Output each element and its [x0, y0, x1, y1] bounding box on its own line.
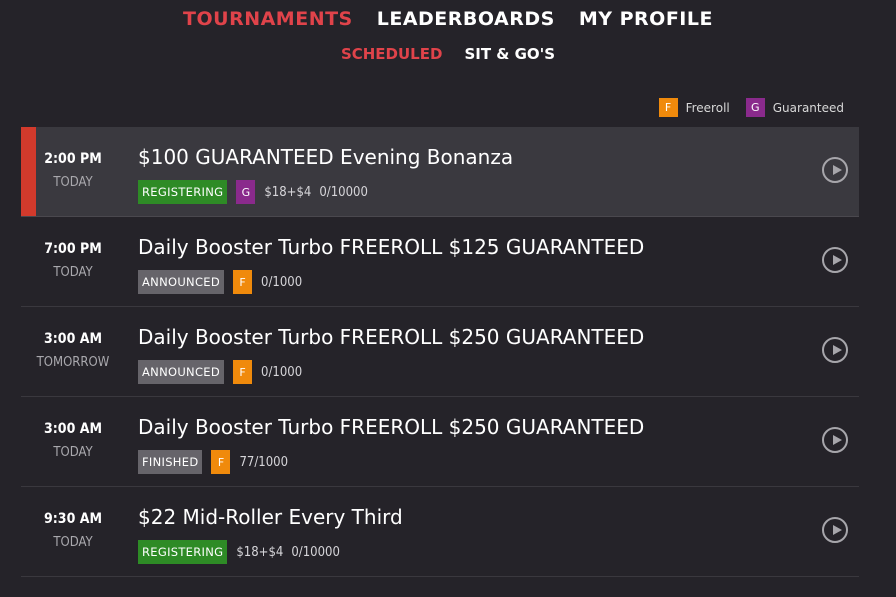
legend-item-freeroll: F Freeroll: [658, 98, 730, 117]
play-icon[interactable]: [822, 517, 848, 543]
play-icon[interactable]: [822, 337, 848, 363]
start-day: TODAY: [53, 265, 93, 280]
freeroll-icon: F: [658, 98, 678, 117]
tournament-row[interactable]: 9:30 AM TODAY $22 Mid-Roller Every Third…: [21, 487, 859, 577]
tournament-meta: ANNOUNCED F 0/1000: [138, 360, 302, 384]
tournament-meta: REGISTERING G $18+$4 0/10000: [138, 180, 368, 204]
start-time: 3:00 AM: [44, 421, 102, 437]
tab-scheduled[interactable]: SCHEDULED: [341, 45, 443, 63]
tournament-list: 2:00 PM TODAY $100 GUARANTEED Evening Bo…: [21, 127, 859, 577]
tournament-meta: REGISTERING $18+$4 0/10000: [138, 540, 340, 564]
tournament-row[interactable]: 3:00 AM TODAY Daily Booster Turbo FREERO…: [21, 397, 859, 487]
tournament-row[interactable]: 7:00 PM TODAY Daily Booster Turbo FREERO…: [21, 217, 859, 307]
entrants-count: 0/1000: [261, 274, 303, 290]
tournament-meta: ANNOUNCED F 0/1000: [138, 270, 302, 294]
status-badge: REGISTERING: [138, 540, 228, 564]
entrants-count: 0/10000: [291, 544, 340, 560]
legend-label-guaranteed: Guaranteed: [772, 100, 844, 115]
guaranteed-icon: G: [236, 180, 256, 204]
type-legend: F Freeroll G Guaranteed: [643, 98, 844, 117]
start-day: TODAY: [53, 535, 93, 550]
legend-item-guaranteed: G Guaranteed: [745, 98, 844, 117]
freeroll-icon: F: [211, 450, 231, 474]
start-time: 2:00 PM: [44, 151, 102, 167]
tournament-title: Daily Booster Turbo FREEROLL $250 GUARAN…: [138, 415, 645, 439]
play-icon[interactable]: [822, 427, 848, 453]
entrants-count: 0/1000: [261, 364, 303, 380]
freeroll-icon: F: [233, 270, 252, 294]
tournament-title: $22 Mid-Roller Every Third: [138, 505, 403, 529]
guaranteed-icon: G: [745, 98, 765, 117]
tournament-row[interactable]: 2:00 PM TODAY $100 GUARANTEED Evening Bo…: [21, 127, 859, 217]
entrants-count: 77/1000: [239, 454, 289, 470]
status-badge: ANNOUNCED: [138, 360, 224, 384]
entrants-count: 0/10000: [319, 184, 368, 200]
play-icon[interactable]: [822, 247, 848, 273]
tab-tournaments[interactable]: TOURNAMENTS: [183, 8, 353, 30]
status-badge: FINISHED: [138, 450, 203, 474]
sub-nav: SCHEDULED SIT & GO'S: [0, 45, 896, 63]
legend-label-freeroll: Freeroll: [685, 100, 730, 115]
main-nav: TOURNAMENTS LEADERBOARDS MY PROFILE: [0, 8, 896, 30]
tab-sit-and-gos[interactable]: SIT & GO'S: [464, 45, 555, 63]
status-badge: REGISTERING: [138, 180, 228, 204]
start-time: 7:00 PM: [44, 241, 102, 257]
start-time: 3:00 AM: [44, 331, 102, 347]
freeroll-icon: F: [233, 360, 252, 384]
start-day: TODAY: [53, 445, 93, 460]
tournament-row[interactable]: 3:00 AM TOMORROW Daily Booster Turbo FRE…: [21, 307, 859, 397]
tournament-title: Daily Booster Turbo FREEROLL $125 GUARAN…: [138, 235, 645, 259]
status-badge: ANNOUNCED: [138, 270, 224, 294]
start-day: TODAY: [53, 175, 93, 190]
tournament-title: $100 GUARANTEED Evening Bonanza: [138, 145, 514, 169]
tournament-title: Daily Booster Turbo FREEROLL $250 GUARAN…: [138, 325, 645, 349]
tab-my-profile[interactable]: MY PROFILE: [579, 8, 713, 30]
start-day: TOMORROW: [36, 355, 110, 370]
play-icon[interactable]: [822, 157, 848, 183]
buy-in-fee: $18+$4: [264, 184, 312, 200]
start-time: 9:30 AM: [44, 511, 102, 527]
buy-in-fee: $18+$4: [236, 544, 284, 560]
selected-indicator: [21, 127, 36, 216]
tournament-meta: FINISHED F 77/1000: [138, 450, 288, 474]
tab-leaderboards[interactable]: LEADERBOARDS: [377, 8, 555, 30]
